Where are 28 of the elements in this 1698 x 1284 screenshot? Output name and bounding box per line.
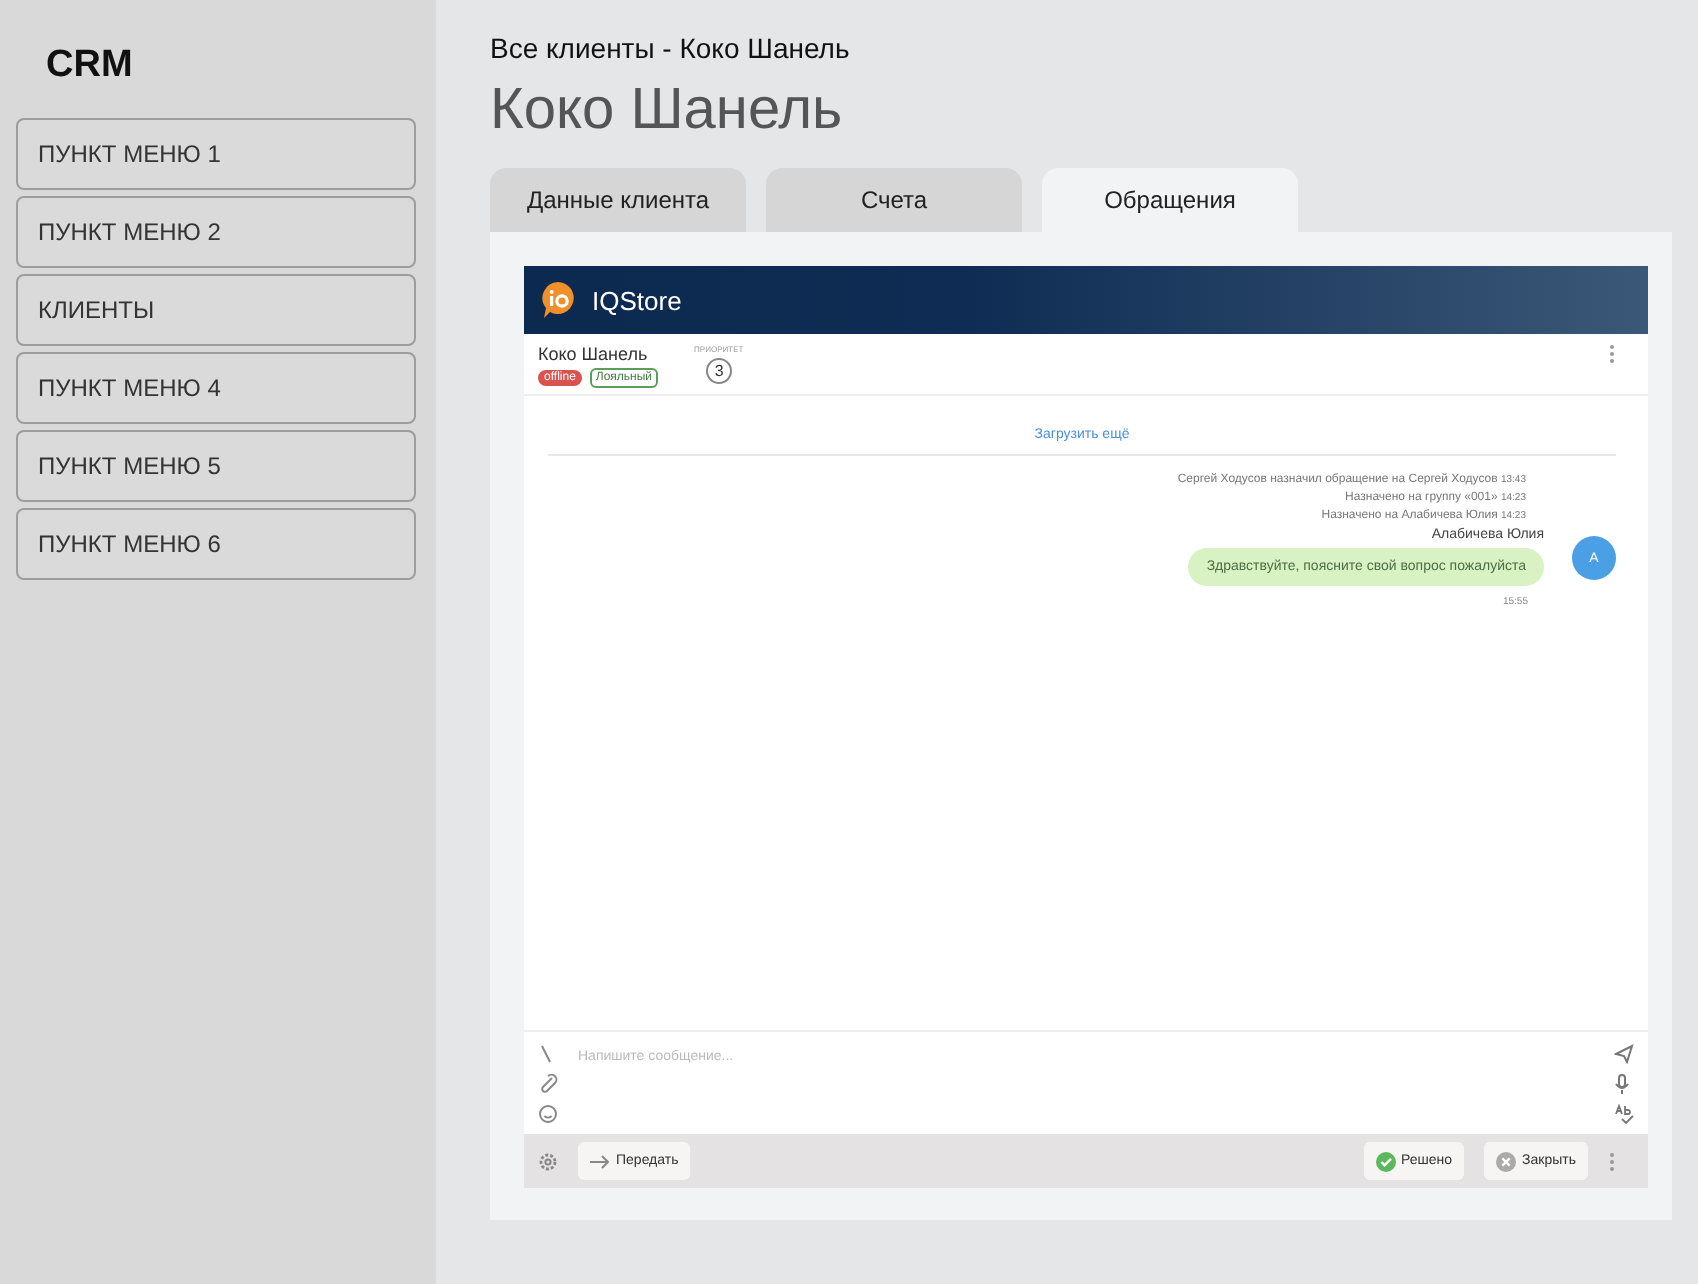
tab[interactable]: Данные клиента — [490, 168, 746, 232]
settings-icon — [538, 1151, 558, 1171]
breadcrumb[interactable]: Все клиенты - Коко Шанель — [490, 32, 850, 64]
tab[interactable]: Обращения — [1042, 168, 1298, 232]
logo: CRM — [46, 44, 133, 88]
spellcheck-icon — [1614, 1104, 1634, 1124]
smiley-icon — [538, 1104, 558, 1124]
menu-item[interactable]: ПУНКТ МЕНЮ 1 — [16, 118, 416, 190]
menu-item[interactable]: КЛИЕНТЫ — [16, 274, 416, 346]
tab[interactable]: Счета — [766, 168, 1022, 232]
brand-name: IQStore — [592, 285, 682, 315]
chat-bubble-icon — [540, 280, 576, 320]
microphone-icon — [1614, 1074, 1630, 1094]
close-icon — [1496, 1151, 1517, 1171]
check-circle-icon — [1375, 1151, 1395, 1171]
send-icon — [1614, 1044, 1634, 1064]
slash-icon — [538, 1044, 554, 1064]
more-icon — [1608, 1151, 1616, 1171]
menu-item[interactable]: ПУНКТ МЕНЮ 5 — [16, 430, 416, 502]
menu-item[interactable]: ПУНКТ МЕНЮ 4 — [16, 352, 416, 424]
menu-item[interactable]: ПУНКТ МЕНЮ 2 — [16, 196, 416, 268]
arrow-icon — [590, 1153, 610, 1169]
client-name: Коко Шанель — [538, 344, 650, 364]
more-icon — [1608, 344, 1616, 364]
menu-item[interactable]: ПУНКТ МЕНЮ 6 — [16, 508, 416, 580]
paperclip-icon — [538, 1074, 558, 1094]
page-title: Коко Шанель — [490, 78, 843, 144]
priority-badge: 3 — [706, 358, 733, 384]
